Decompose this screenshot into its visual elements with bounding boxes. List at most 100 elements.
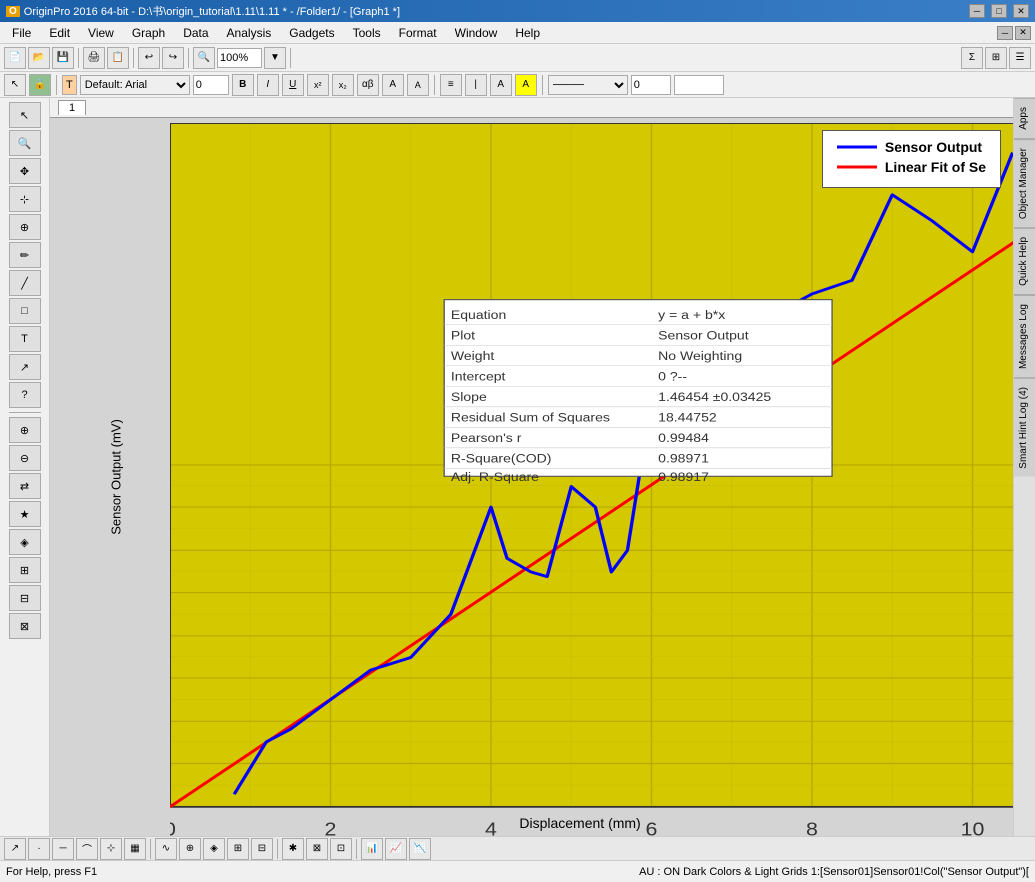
menu-edit[interactable]: Edit (41, 24, 78, 42)
toolbar-extra2[interactable]: ☰ (1009, 47, 1031, 69)
graph-tab-1[interactable]: 1 (58, 100, 86, 115)
line-width-input[interactable] (631, 75, 671, 95)
btb-btn12[interactable]: ✱ (282, 838, 304, 860)
btb-btn9[interactable]: ◈ (203, 838, 225, 860)
font-family-select[interactable]: Default: Arial (80, 75, 190, 95)
menu-data[interactable]: Data (175, 24, 216, 42)
x-axis-label: Displacement (mm) (519, 815, 640, 831)
btb-btn6[interactable]: ▦ (124, 838, 146, 860)
btb-btn3[interactable]: ─ (52, 838, 74, 860)
btb-btn7[interactable]: ∿ (155, 838, 177, 860)
menu-file[interactable]: File (4, 24, 39, 42)
data-reader[interactable]: ⊹ (9, 186, 41, 212)
zoom-in-button[interactable]: 🔍 (193, 47, 215, 69)
svg-text:Adj. R-Square: Adj. R-Square (451, 470, 539, 484)
menu-help[interactable]: Help (507, 24, 548, 42)
btb-btn16[interactable]: 📈 (385, 838, 407, 860)
select-tool[interactable]: ↖ (9, 102, 41, 128)
subscript-btn[interactable]: x₂ (332, 74, 354, 96)
new-button[interactable]: 📄 (4, 47, 26, 69)
superscript-btn[interactable]: x² (307, 74, 329, 96)
btb-btn17[interactable]: 📉 (409, 838, 431, 860)
fontsize-dn[interactable]: A (407, 74, 429, 96)
text-tool[interactable]: T (9, 326, 41, 352)
font-arrow[interactable]: ↖ (4, 74, 26, 96)
app-icon: O (6, 6, 20, 17)
btb-btn5[interactable]: ⊹ (100, 838, 122, 860)
legend-label-fit: Linear Fit of Se (885, 159, 986, 175)
menu-tools[interactable]: Tools (345, 24, 389, 42)
bold-button[interactable]: B (232, 74, 254, 96)
mask-data[interactable]: ◈ (9, 529, 41, 555)
btb-btn10[interactable]: ⊞ (227, 838, 249, 860)
help-tool[interactable]: ? (9, 382, 41, 408)
move-data[interactable]: ⇄ (9, 473, 41, 499)
redo-button[interactable]: ↪ (162, 47, 184, 69)
svg-text:No Weighting: No Weighting (658, 349, 742, 363)
menu-format[interactable]: Format (391, 24, 445, 42)
font-lock[interactable]: 🔒 (29, 74, 51, 96)
sidebar-tool2[interactable]: ⊟ (9, 585, 41, 611)
save-button[interactable]: 💾 (52, 47, 74, 69)
scale-in[interactable]: ⊕ (9, 417, 41, 443)
scale-out[interactable]: ⊖ (9, 445, 41, 471)
panel-apps[interactable]: Apps (1014, 98, 1035, 138)
print-button[interactable]: 🖨 (83, 47, 105, 69)
font-toolbar: ↖ 🔒 T Default: Arial B I U x² x₂ αβ A A … (0, 72, 1035, 98)
arrow-tool[interactable]: ↗ (9, 354, 41, 380)
btb-btn13[interactable]: ⊠ (306, 838, 328, 860)
zoom-input[interactable] (217, 48, 262, 68)
minimize-button[interactable]: ─ (969, 4, 985, 18)
svg-text:0: 0 (170, 820, 176, 836)
panel-smart-hint[interactable]: Smart Hint Log (4) (1014, 378, 1035, 477)
draw-line[interactable]: ╱ (9, 270, 41, 296)
panel-quick-help[interactable]: Quick Help (1014, 228, 1035, 294)
sidebar-tool3[interactable]: ⊠ (9, 613, 41, 639)
undo-button[interactable]: ↩ (138, 47, 160, 69)
open-button[interactable]: 📂 (28, 47, 50, 69)
align-left[interactable]: ≡ (440, 74, 462, 96)
ribbon-close[interactable]: ✕ (1015, 26, 1031, 40)
alpha-btn[interactable]: αβ (357, 74, 379, 96)
screen-reader[interactable]: ⊕ (9, 214, 41, 240)
btb-btn4[interactable]: ⌒ (76, 838, 98, 860)
svg-text:6: 6 (646, 820, 658, 836)
zoom-btn2[interactable]: ▼ (264, 47, 286, 69)
sum-button[interactable]: Σ (961, 47, 983, 69)
btb-btn14[interactable]: ⊡ (330, 838, 352, 860)
extract-data[interactable]: ★ (9, 501, 41, 527)
font-size-input[interactable] (193, 75, 229, 95)
menu-graph[interactable]: Graph (124, 24, 173, 42)
annotate-tool[interactable]: ✏ (9, 242, 41, 268)
toolbar-extra1[interactable]: ⊞ (985, 47, 1007, 69)
line-style-select[interactable]: ──── (548, 75, 628, 95)
close-button[interactable]: ✕ (1013, 4, 1029, 18)
sidebar-tool1[interactable]: ⊞ (9, 557, 41, 583)
font-color-btn[interactable]: A (490, 74, 512, 96)
maximize-button[interactable]: □ (991, 4, 1007, 18)
svg-text:0.98917: 0.98917 (658, 470, 709, 484)
draw-rect[interactable]: □ (9, 298, 41, 324)
align-line[interactable]: | (465, 74, 487, 96)
panel-messages[interactable]: Messages Log (1014, 295, 1035, 377)
font-label-t: T (62, 75, 77, 95)
fontsize-up[interactable]: A (382, 74, 404, 96)
underline-button[interactable]: U (282, 74, 304, 96)
pan-tool[interactable]: ✥ (9, 158, 41, 184)
menu-gadgets[interactable]: Gadgets (281, 24, 342, 42)
menu-window[interactable]: Window (447, 24, 506, 42)
italic-button[interactable]: I (257, 74, 279, 96)
btb-btn11[interactable]: ⊟ (251, 838, 273, 860)
btb-btn2[interactable]: · (28, 838, 50, 860)
ribbon-minimize[interactable]: ─ (997, 26, 1013, 40)
highlight-btn[interactable]: A (515, 74, 537, 96)
zoom-tool[interactable]: 🔍 (9, 130, 41, 156)
copy-button[interactable]: 📋 (107, 47, 129, 69)
btb-btn1[interactable]: ↗ (4, 838, 26, 860)
panel-object-manager[interactable]: Object Manager (1014, 139, 1035, 227)
menu-analysis[interactable]: Analysis (219, 24, 280, 42)
svg-text:10: 10 (961, 820, 985, 836)
menu-view[interactable]: View (80, 24, 122, 42)
btb-btn8[interactable]: ⊕ (179, 838, 201, 860)
btb-btn15[interactable]: 📊 (361, 838, 383, 860)
